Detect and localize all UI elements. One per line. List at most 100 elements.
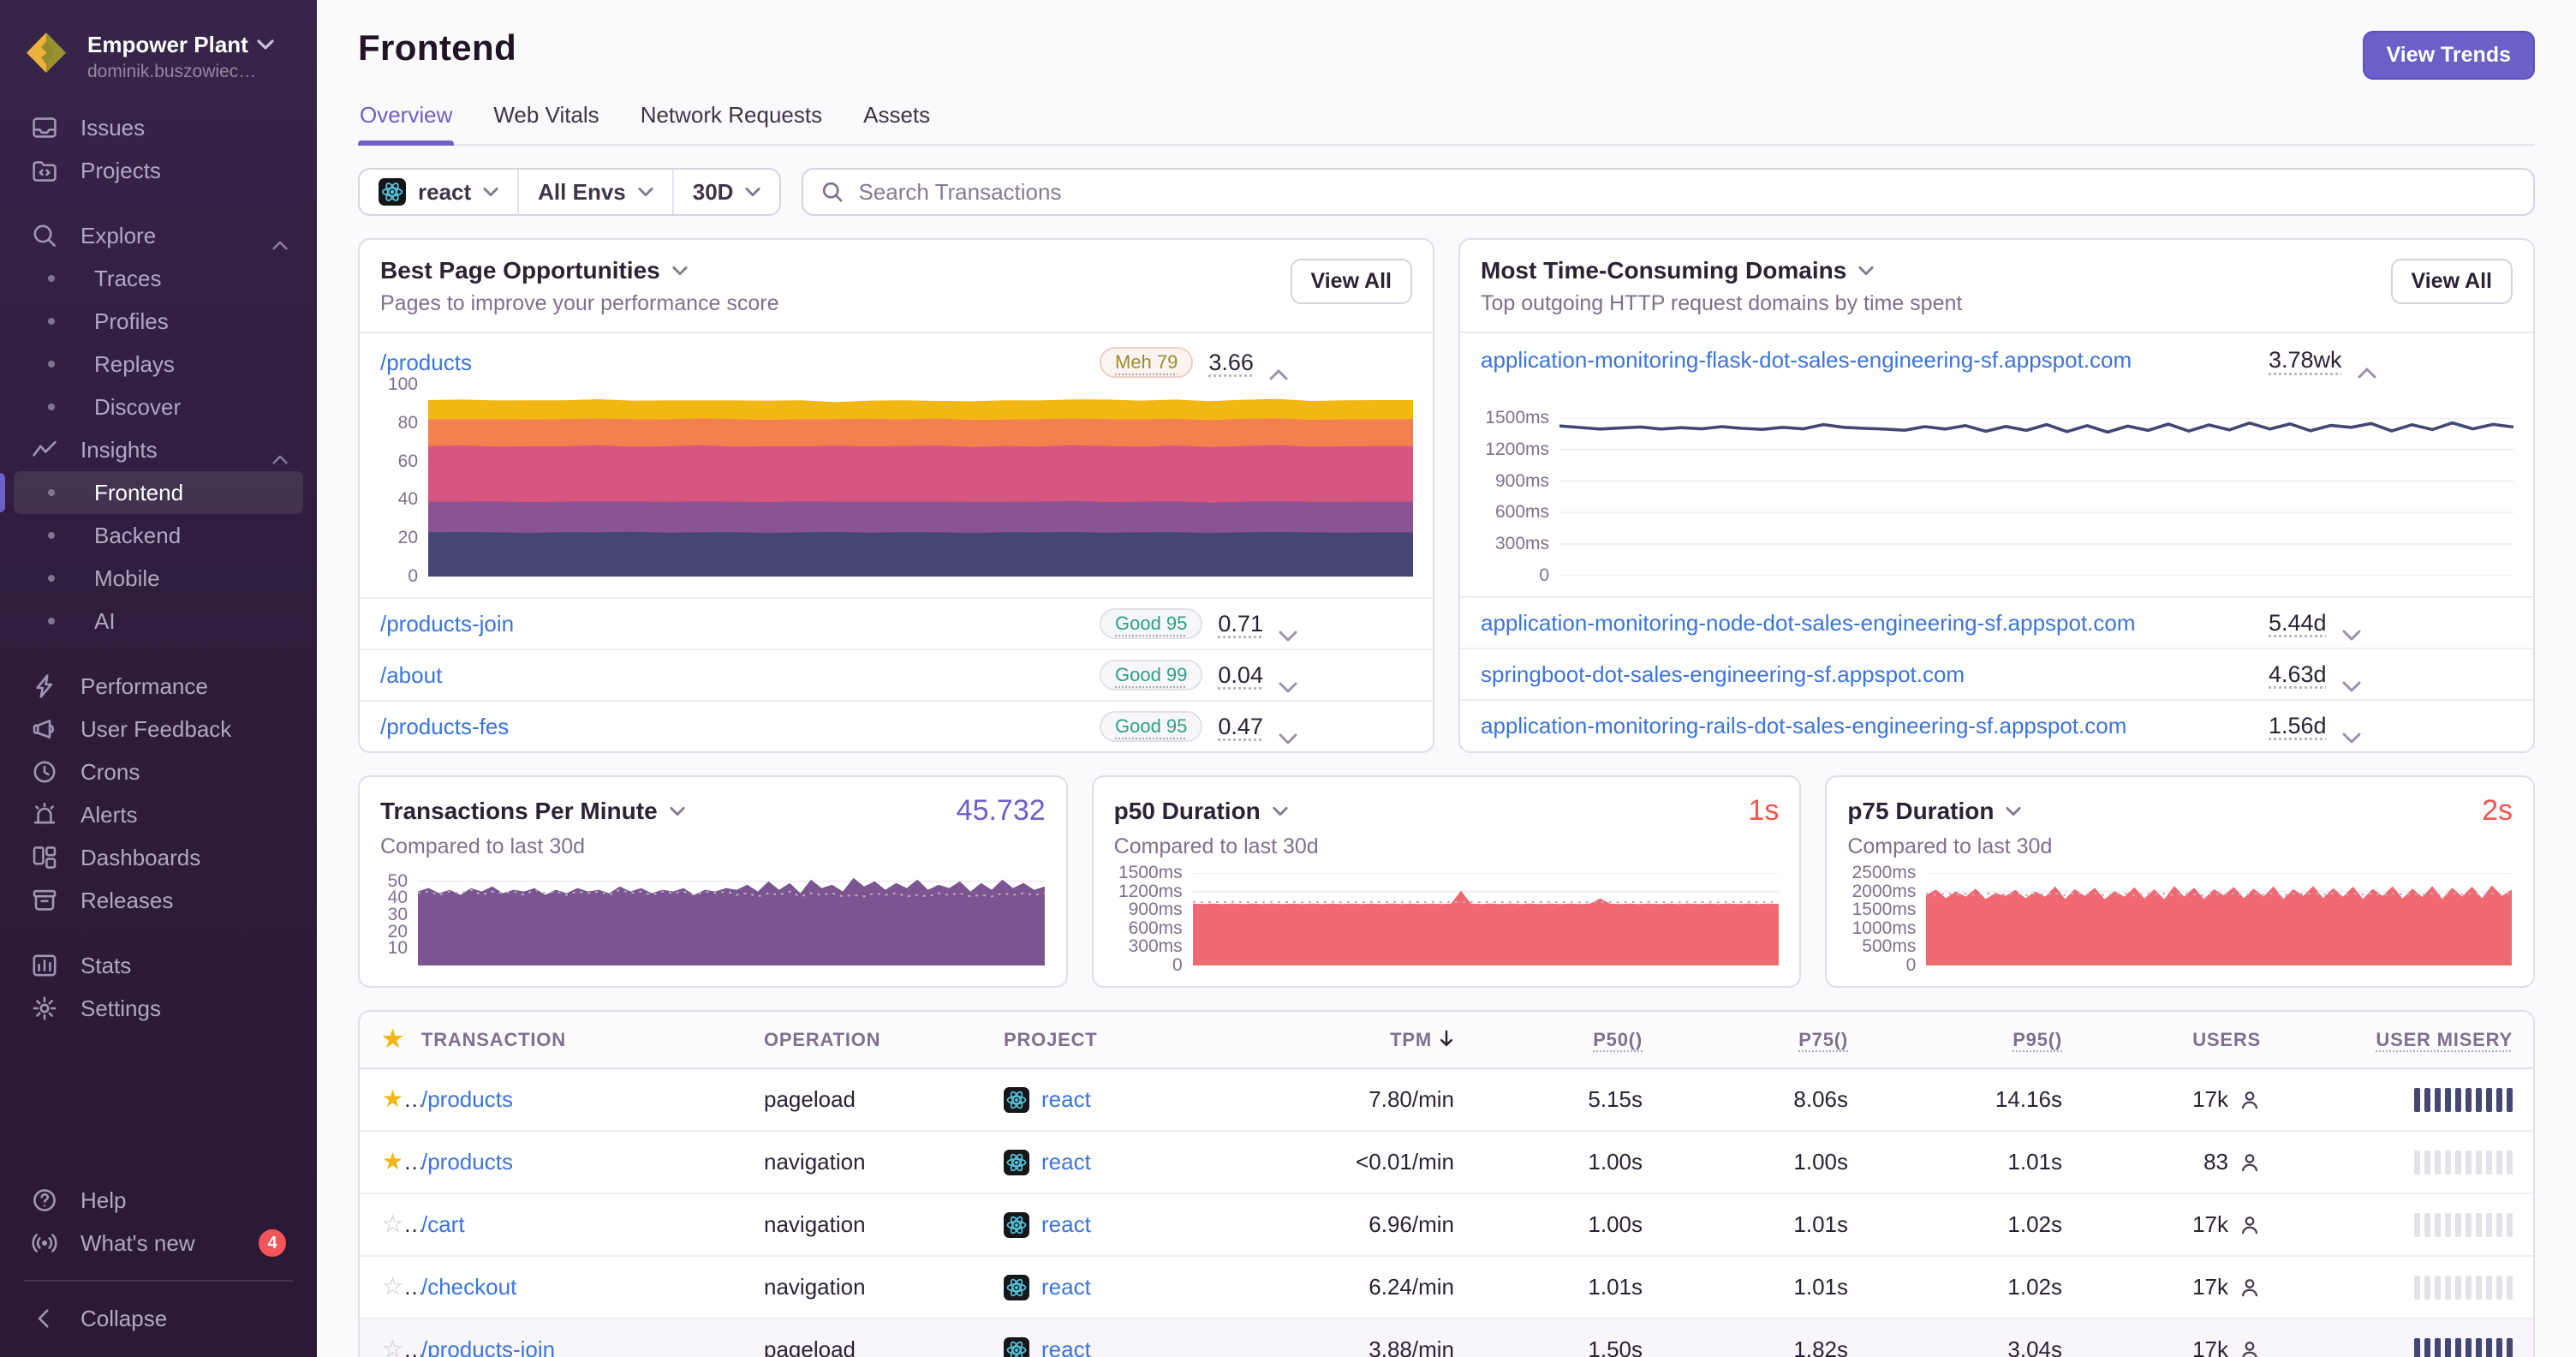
p75-cell: 1.00s	[1793, 1149, 1848, 1175]
transaction-link[interactable]: /cart	[421, 1211, 465, 1237]
chevron-down-icon[interactable]	[1279, 720, 1297, 744]
sidebar-item-backend[interactable]: Backend	[14, 514, 303, 557]
transaction-link[interactable]: /products	[421, 1086, 513, 1112]
transaction-link[interactable]: /products-join	[421, 1336, 555, 1357]
chevron-down-icon[interactable]	[2342, 668, 2361, 692]
environment-filter[interactable]: All Envs	[517, 170, 672, 214]
environment-filter-value: All Envs	[538, 178, 626, 205]
sidebar-item-alerts[interactable]: Alerts	[14, 793, 303, 836]
sidebar-item-replays[interactable]: Replays	[14, 343, 303, 386]
sidebar-item-traces[interactable]: Traces	[14, 257, 303, 300]
chevron-down-icon[interactable]	[672, 266, 688, 276]
operation-cell: pageload	[764, 1086, 856, 1112]
chevron-down-icon[interactable]	[2006, 806, 2022, 816]
star-icon[interactable]: ☆	[382, 1273, 421, 1300]
domain-link[interactable]: springboot-dot-sales-engineering-sf.apps…	[1481, 661, 2269, 688]
transaction-link[interactable]: /checkout	[421, 1274, 516, 1300]
tpm-cell: <0.01/min	[1356, 1149, 1454, 1175]
view-all-button[interactable]: View All	[2390, 259, 2513, 304]
sidebar-item-collapse[interactable]: Collapse	[14, 1297, 303, 1340]
domain-link[interactable]: application-monitoring-node-dot-sales-en…	[1481, 610, 2269, 637]
page-link[interactable]: /products	[380, 350, 1100, 376]
chevron-up-icon[interactable]	[272, 230, 289, 250]
column-header-p50[interactable]: P50()	[1475, 1013, 1663, 1067]
chevron-down-icon[interactable]	[1279, 618, 1297, 642]
sidebar-item-discover[interactable]: Discover	[14, 386, 303, 428]
tab-network-requests[interactable]: Network Requests	[639, 102, 824, 144]
chevron-down-icon[interactable]	[2342, 617, 2361, 641]
row-chart: 100 80 60 40 20 0	[360, 374, 1433, 586]
date-range-filter[interactable]: 30D	[671, 170, 780, 214]
chevron-down-icon[interactable]	[1279, 669, 1297, 693]
chevron-up-icon[interactable]	[1269, 356, 1288, 380]
project-link[interactable]: react	[1041, 1274, 1091, 1300]
chevron-down-icon[interactable]	[1858, 266, 1874, 276]
project-link[interactable]: react	[1041, 1149, 1091, 1175]
bullet-icon	[48, 532, 55, 539]
sidebar-item-projects[interactable]: Projects	[14, 149, 303, 192]
y-axis-tick: 1000ms	[1852, 918, 1917, 938]
chevron-down-icon[interactable]	[1273, 806, 1288, 816]
sidebar-item-profiles[interactable]: Profiles	[14, 300, 303, 343]
column-header-p95[interactable]: P95()	[1869, 1013, 2083, 1067]
chevron-down-icon[interactable]	[2342, 720, 2361, 744]
column-header-p75[interactable]: P75()	[1663, 1013, 1869, 1067]
tpm-cell: 7.80/min	[1368, 1086, 1454, 1112]
project-link[interactable]: react	[1041, 1336, 1091, 1357]
sidebar-item-frontend[interactable]: Frontend	[0, 471, 303, 514]
sidebar-item-crons[interactable]: Crons	[14, 750, 303, 793]
p50-chart: 1500ms 1200ms 900ms 600ms 300ms 0	[1114, 863, 1780, 975]
column-header-operation[interactable]: OPERATION	[764, 1013, 1004, 1067]
sidebar-item-label: Help	[80, 1187, 127, 1213]
view-all-button[interactable]: View All	[1290, 259, 1412, 304]
sidebar-item-insights[interactable]: Insights	[14, 428, 303, 471]
chevron-up-icon[interactable]	[272, 445, 289, 464]
list-row: /products-join Good 95 0.71	[360, 597, 1433, 649]
column-header-transaction[interactable]: TRANSACTION	[421, 1013, 764, 1067]
chevron-up-icon[interactable]	[2358, 355, 2376, 378]
column-header-tpm[interactable]: TPM	[1295, 1013, 1475, 1067]
sidebar-item-user-feedback[interactable]: User Feedback	[14, 708, 303, 750]
column-header-misery[interactable]: USER MISERY	[2281, 1013, 2533, 1067]
project-link[interactable]: react	[1041, 1211, 1091, 1238]
sidebar-item-releases[interactable]: Releases	[14, 879, 303, 922]
view-trends-button[interactable]: View Trends	[2362, 31, 2535, 80]
column-header-users[interactable]: USERS	[2083, 1013, 2281, 1067]
app-root: Empower Plant dominik.buszowiec… Issues P…	[0, 0, 2576, 1357]
project-link[interactable]: react	[1041, 1086, 1091, 1113]
star-icon[interactable]: ☆	[382, 1336, 421, 1357]
sidebar-item-label: Mobile	[94, 565, 160, 591]
page-link[interactable]: /about	[380, 662, 1100, 689]
search-input[interactable]	[858, 178, 2516, 206]
domain-link[interactable]: application-monitoring-flask-dot-sales-e…	[1481, 347, 2269, 374]
sidebar-item-issues[interactable]: Issues	[14, 106, 303, 149]
star-icon[interactable]: ★	[382, 1085, 421, 1112]
sidebar-item-settings[interactable]: Settings	[14, 987, 303, 1030]
chevron-down-icon[interactable]	[670, 806, 685, 816]
sidebar-item-performance[interactable]: Performance	[14, 665, 303, 708]
star-icon[interactable]: ★	[382, 1025, 404, 1052]
transaction-link[interactable]: /products	[421, 1149, 513, 1175]
sidebar-item-what-s-new[interactable]: What's new 4	[14, 1222, 303, 1264]
star-icon[interactable]: ☆	[382, 1211, 421, 1237]
sidebar-item-dashboards[interactable]: Dashboards	[14, 836, 303, 879]
tab-assets[interactable]: Assets	[862, 102, 932, 144]
sidebar-item-ai[interactable]: AI	[14, 600, 303, 643]
search-box[interactable]	[802, 168, 2535, 216]
sidebar-item-stats[interactable]: Stats	[14, 944, 303, 987]
sidebar-item-help[interactable]: Help	[14, 1179, 303, 1222]
star-icon[interactable]: ★	[382, 1148, 421, 1175]
score-badge: Meh 79	[1100, 347, 1194, 378]
tab-overview[interactable]: Overview	[358, 102, 455, 145]
sidebar-item-explore[interactable]: Explore	[14, 214, 303, 257]
column-header-project[interactable]: PROJECT	[1004, 1013, 1295, 1067]
page-link[interactable]: /products-join	[380, 611, 1100, 637]
tab-web-vitals[interactable]: Web Vitals	[492, 102, 600, 144]
y-axis-tick: 0	[1539, 565, 1549, 585]
page-link[interactable]: /products-fes	[380, 714, 1100, 740]
y-axis-tick: 600ms	[1128, 918, 1183, 938]
project-filter[interactable]: react	[360, 170, 517, 214]
org-switcher[interactable]: Empower Plant dominik.buszowiec…	[0, 17, 317, 106]
domain-link[interactable]: application-monitoring-rails-dot-sales-e…	[1481, 713, 2269, 739]
sidebar-item-mobile[interactable]: Mobile	[14, 557, 303, 600]
